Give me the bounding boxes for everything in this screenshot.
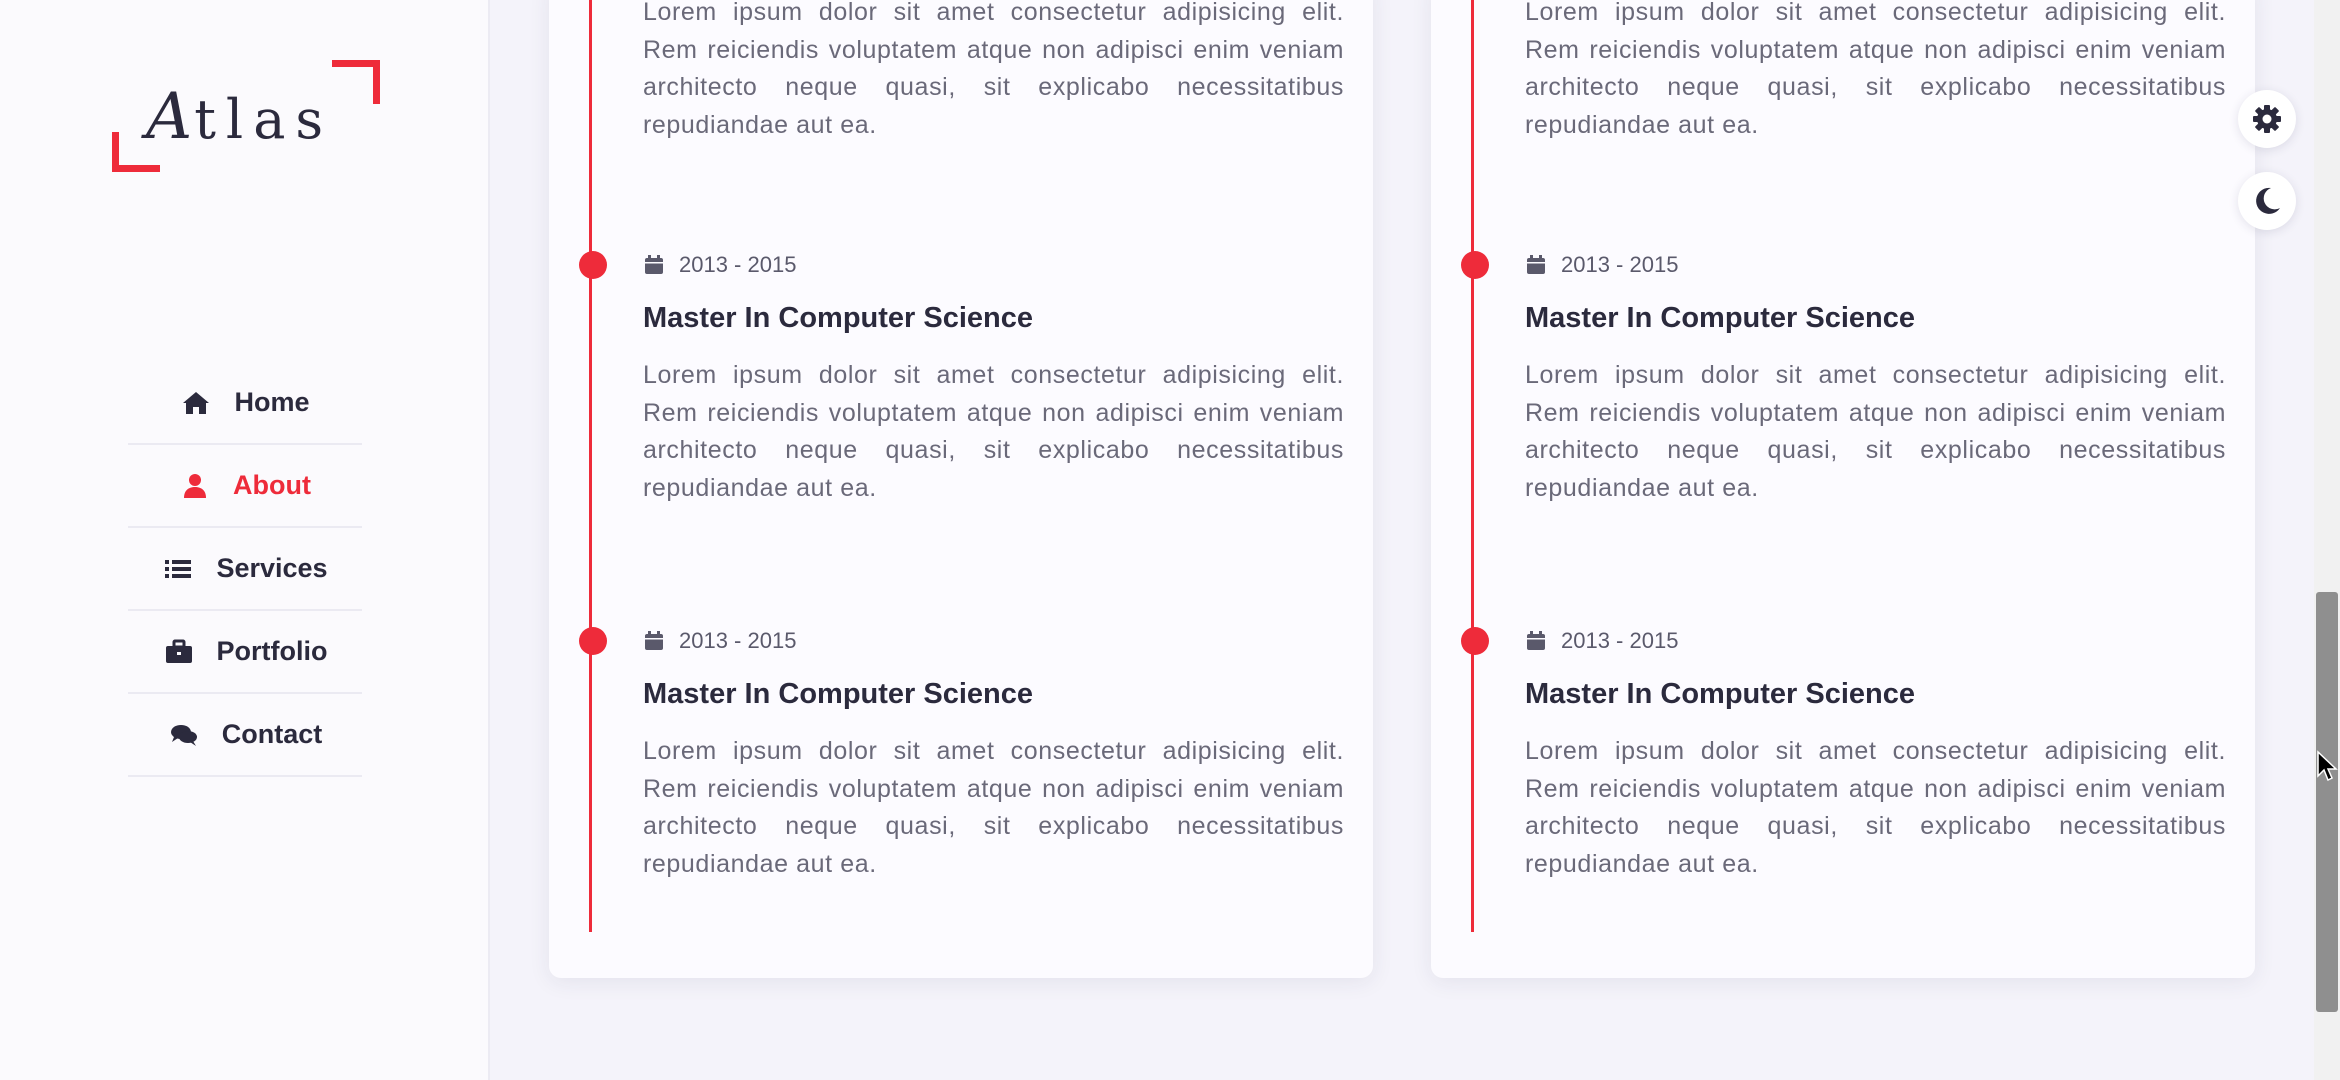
- theme-toggle-button[interactable]: [2238, 172, 2296, 230]
- user-icon: [179, 473, 211, 499]
- home-icon: [180, 390, 212, 416]
- timeline-entry: 2013 - 2015 Master In Computer Science L…: [579, 250, 1344, 507]
- nav-item-home[interactable]: Home: [128, 362, 362, 445]
- entry-description: Lorem ipsum dolor sit amet consectetur a…: [643, 361, 1344, 502]
- timeline-entry: 2013 - 2015 Master In Computer Science L…: [579, 626, 1344, 883]
- timeline-entry: Lorem ipsum dolor sit amet consectetur a…: [643, 0, 1344, 144]
- nav-item-portfolio[interactable]: Portfolio: [128, 611, 362, 694]
- timeline-entry: Lorem ipsum dolor sit amet consectetur a…: [1525, 0, 2226, 144]
- atlas-logo[interactable]: Atlas: [108, 60, 380, 172]
- nav-label-services: Services: [216, 553, 328, 583]
- logo-word: tlas: [194, 88, 334, 151]
- entry-date: 2013 - 2015: [643, 250, 1344, 280]
- nav-label-portfolio: Portfolio: [216, 636, 328, 666]
- entry-description: Lorem ipsum dolor sit amet consectetur a…: [1525, 361, 2226, 502]
- entry-date-text: 2013 - 2015: [679, 252, 797, 277]
- comments-icon: [168, 722, 200, 748]
- logo-text: Atlas: [146, 80, 333, 154]
- mouse-cursor-icon: [2317, 750, 2338, 782]
- education-card-left: Lorem ipsum dolor sit amet consectetur a…: [549, 0, 1373, 978]
- logo-corner-top-right: [332, 60, 380, 104]
- entry-date: 2013 - 2015: [1525, 626, 2226, 656]
- calendar-icon: [1527, 631, 1545, 650]
- gear-icon: [2253, 105, 2281, 133]
- settings-button[interactable]: [2238, 90, 2296, 148]
- entry-description: Lorem ipsum dolor sit amet consectetur a…: [1525, 737, 2226, 878]
- entry-date-text: 2013 - 2015: [1561, 252, 1679, 277]
- nav-label-about: About: [233, 470, 311, 500]
- nav-item-about[interactable]: About: [128, 445, 362, 528]
- timeline-line: [589, 0, 592, 932]
- timeline-dot: [1461, 627, 1489, 655]
- entry-title: Master In Computer Science: [1525, 302, 1915, 334]
- entry-title: Master In Computer Science: [643, 678, 1033, 710]
- entry-description: Lorem ipsum dolor sit amet consectetur a…: [643, 0, 1344, 139]
- entry-date: 2013 - 2015: [643, 626, 1344, 656]
- timeline-dot: [579, 251, 607, 279]
- moon-icon: [2256, 187, 2280, 214]
- timeline-line: [1471, 0, 1474, 932]
- entry-date-text: 2013 - 2015: [679, 628, 797, 653]
- entry-description: Lorem ipsum dolor sit amet consectetur a…: [643, 737, 1344, 878]
- list-icon: [162, 556, 194, 582]
- calendar-icon: [645, 255, 663, 274]
- calendar-icon: [1527, 255, 1545, 274]
- nav-label-home: Home: [234, 387, 310, 417]
- sidebar: Atlas Home About Services Portfolio Cont…: [0, 0, 490, 1080]
- entry-description: Lorem ipsum dolor sit amet consectetur a…: [1525, 0, 2226, 139]
- timeline-entry: 2013 - 2015 Master In Computer Science L…: [1461, 250, 2226, 507]
- entry-date: 2013 - 2015: [1525, 250, 2226, 280]
- timeline-dot: [579, 627, 607, 655]
- nav-item-contact[interactable]: Contact: [128, 694, 362, 777]
- logo-letter: A: [146, 80, 195, 154]
- entry-title: Master In Computer Science: [1525, 678, 1915, 710]
- nav-item-services[interactable]: Services: [128, 528, 362, 611]
- main-nav: Home About Services Portfolio Contact: [128, 362, 362, 777]
- timeline-entry: 2013 - 2015 Master In Computer Science L…: [1461, 626, 2226, 883]
- briefcase-icon: [163, 639, 195, 665]
- education-card-right: Lorem ipsum dolor sit amet consectetur a…: [1431, 0, 2255, 978]
- scrollbar-thumb[interactable]: [2316, 592, 2338, 1012]
- entry-title: Master In Computer Science: [643, 302, 1033, 334]
- timeline-dot: [1461, 251, 1489, 279]
- calendar-icon: [645, 631, 663, 650]
- entry-date-text: 2013 - 2015: [1561, 628, 1679, 653]
- nav-label-contact: Contact: [221, 719, 323, 749]
